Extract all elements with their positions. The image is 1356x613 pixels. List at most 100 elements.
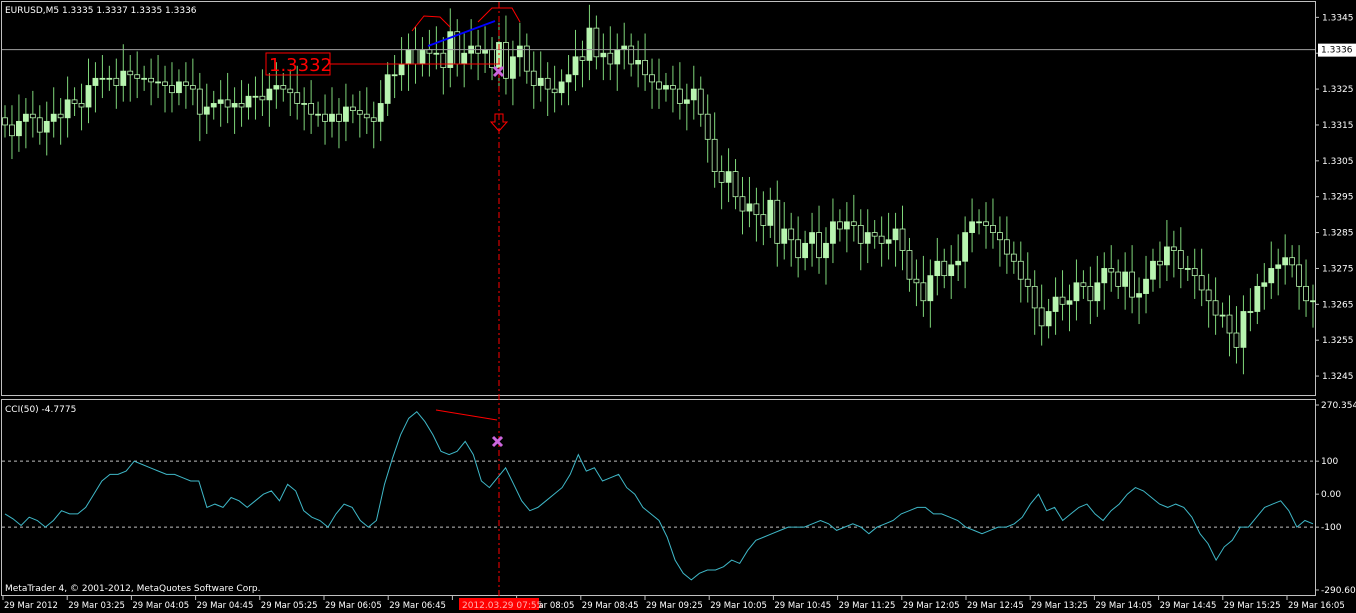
time-tick-label: 29 Mar 2012: [4, 601, 58, 611]
candle-body: [322, 113, 328, 122]
time-tick-label: 29 Mar 04:05: [132, 601, 189, 611]
candle-body: [426, 49, 433, 54]
cursor-time-label: 2012.03.29 07:55: [462, 601, 542, 611]
time-tick-label: 29 Mar 14:05: [1095, 601, 1152, 611]
candle-body: [176, 81, 182, 94]
candle-body: [739, 196, 746, 212]
candle-body: [384, 74, 391, 104]
candle-body: [503, 42, 509, 79]
candle-body: [210, 103, 217, 108]
candle-body: [906, 250, 913, 280]
candle-body: [1219, 314, 1226, 317]
candle-body: [419, 49, 426, 65]
candle-body: [718, 171, 725, 183]
candle-body: [363, 113, 370, 119]
time-tick-label: 29 Mar 05:25: [261, 601, 318, 611]
time-tick-label: 29 Mar 12:05: [903, 601, 960, 611]
price-tick-label: 1.3265: [1322, 300, 1354, 310]
candle-body: [1094, 282, 1101, 302]
candle-body: [1296, 264, 1302, 287]
candle-body: [663, 85, 669, 90]
candle-body: [1289, 257, 1296, 266]
candle-body: [969, 221, 975, 233]
time-tick-label: 29 Mar 10:45: [774, 601, 831, 611]
candle-body: [711, 138, 718, 172]
candle-body: [315, 113, 321, 116]
candle-body: [760, 214, 767, 226]
time-tick-label: 29 Mar 14:45: [1160, 601, 1217, 611]
candle-body: [1038, 307, 1045, 327]
candle-body: [1157, 260, 1163, 266]
candle-body: [1066, 300, 1073, 305]
candle-body: [50, 113, 57, 122]
time-tick-label: 29 Mar 06:05: [325, 601, 382, 611]
candle-body: [196, 88, 203, 115]
candle-body: [85, 85, 92, 108]
candle-body: [690, 88, 697, 101]
candle-body: [106, 77, 113, 80]
price-tick-label: 1.3295: [1322, 193, 1354, 203]
candle-body: [767, 199, 774, 226]
candle-body: [127, 70, 134, 76]
candle-body: [405, 49, 412, 65]
candle-body: [607, 52, 614, 65]
candle-body: [1115, 271, 1122, 287]
candle-body: [1170, 246, 1177, 251]
time-tick-label: 29 Mar 11:25: [839, 601, 896, 611]
candle-body: [113, 77, 120, 86]
candle-body: [892, 228, 899, 241]
candle-body: [1233, 332, 1240, 348]
candle-body: [1191, 268, 1198, 277]
candle-body: [238, 103, 245, 108]
candle-body: [398, 63, 405, 76]
candle-body: [231, 103, 238, 108]
candle-body: [516, 45, 523, 58]
candle-body: [586, 27, 593, 61]
candle-body: [927, 275, 934, 302]
candle-body: [64, 99, 71, 119]
candle-body: [551, 88, 558, 94]
trading-chart[interactable]: 1.33451.33351.33251.33151.33051.32951.32…: [0, 0, 1356, 613]
candle-body: [99, 77, 106, 80]
candle-body: [976, 221, 982, 224]
cci-tick-label: 270.354: [1321, 401, 1356, 411]
candle-body: [579, 56, 586, 61]
candle-body: [530, 70, 537, 86]
cci-tick-label: 0.00: [1321, 490, 1341, 500]
price-tick-label: 1.3285: [1322, 229, 1354, 239]
candle-body: [774, 199, 781, 244]
candle-body: [725, 171, 732, 183]
copyright-text: MetaTrader 4, © 2001-2012, MetaQuotes So…: [5, 584, 261, 594]
candle-body: [489, 49, 495, 68]
candle-body: [795, 239, 802, 259]
time-tick-label: 29 Mar 15:25: [1224, 601, 1281, 611]
candle-body: [1024, 278, 1031, 287]
candle-body: [676, 88, 683, 104]
candle-body: [1310, 300, 1316, 303]
candle-body: [732, 171, 739, 198]
candle-body: [600, 52, 607, 58]
cci-tick-label: -100: [1321, 523, 1342, 533]
candle-body: [1184, 268, 1191, 270]
price-tick-label: 1.3245: [1322, 372, 1354, 382]
candle-body: [565, 74, 572, 83]
candle-body: [155, 81, 161, 84]
candle-body: [36, 117, 43, 133]
candle-body: [802, 242, 809, 259]
candle-body: [1003, 239, 1010, 255]
candle-body: [280, 85, 287, 90]
candle-body: [1226, 314, 1233, 334]
candle-body: [1198, 275, 1205, 291]
candle-body: [433, 52, 440, 55]
candle-body: [621, 45, 628, 51]
time-tick-label: 29 Mar 03:25: [68, 601, 125, 611]
candle-body: [997, 232, 1003, 241]
candle-body: [683, 99, 690, 104]
candle-body: [1240, 311, 1247, 348]
candle-body: [1136, 293, 1142, 298]
time-tick-label: 29 Mar 16:05: [1288, 601, 1345, 611]
candle-body: [836, 221, 843, 230]
candle-body: [628, 45, 635, 65]
candle-body: [649, 74, 655, 83]
candle-body: [203, 106, 210, 115]
